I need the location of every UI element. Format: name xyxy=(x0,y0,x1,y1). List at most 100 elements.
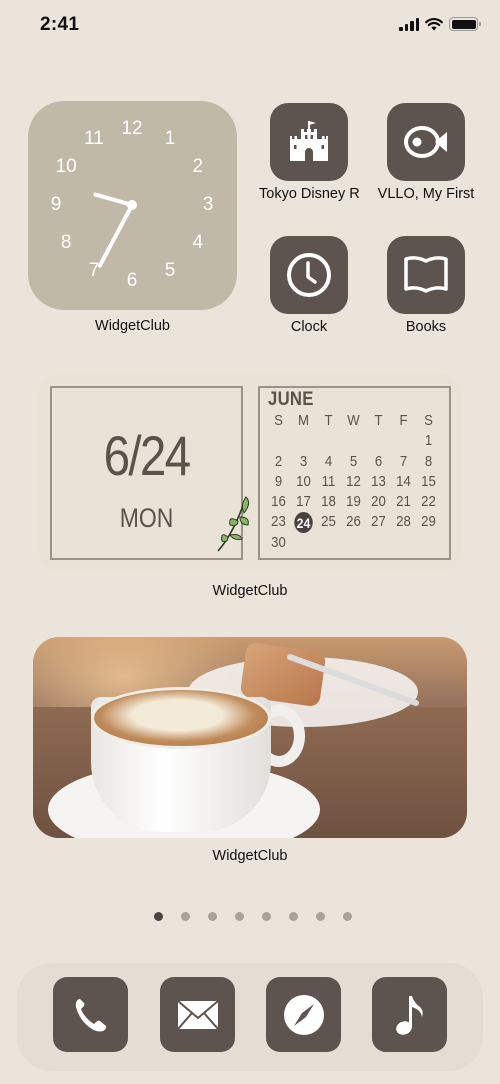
calendar-day-today: 24 xyxy=(293,512,315,534)
calendar-day: 20 xyxy=(371,493,386,511)
clock-number: 2 xyxy=(192,156,204,177)
dock-app-phone[interactable] xyxy=(53,977,128,1052)
calendar-day: 2 xyxy=(274,452,283,470)
calendar-grid: S M T W T F S 1 2 3 4 5 6 7 8 9 10 11 12 13 14 15 16 17 18 19 20 21… xyxy=(266,411,441,553)
clock-icon xyxy=(287,253,331,297)
empty-day xyxy=(318,431,340,451)
calendar-widget-label: WidgetClub xyxy=(212,583,288,599)
app-label-clock: Clock xyxy=(290,319,328,335)
calendar-day: 17 xyxy=(296,493,311,511)
app-clock[interactable]: Clock xyxy=(259,236,359,335)
dock-app-mail[interactable] xyxy=(160,977,235,1052)
weekday-header: T xyxy=(374,412,383,429)
minute-hand xyxy=(97,204,134,268)
clock-number: 12 xyxy=(121,118,143,139)
page-dot[interactable] xyxy=(316,912,325,921)
clock-number: 4 xyxy=(192,232,204,253)
page-dot[interactable] xyxy=(343,912,352,921)
calendar-day: 22 xyxy=(421,493,436,511)
calendar-day: 11 xyxy=(321,472,336,490)
weekday-header: S xyxy=(274,412,283,429)
clock-number: 9 xyxy=(50,194,62,215)
empty-day xyxy=(343,431,365,451)
weekday-header: S xyxy=(424,412,433,429)
weekday-header: T xyxy=(324,412,333,429)
empty-day xyxy=(393,431,415,451)
calendar-day: 19 xyxy=(346,493,361,511)
phone-icon xyxy=(75,998,106,1031)
app-icon-clock xyxy=(270,236,348,314)
clock-number: 1 xyxy=(164,128,176,150)
calendar-day: 14 xyxy=(396,472,411,490)
calendar-day: 10 xyxy=(296,472,311,490)
app-icon-vllo xyxy=(387,103,465,181)
fish-icon xyxy=(404,126,447,158)
page-dot[interactable] xyxy=(235,912,244,921)
empty-day xyxy=(368,431,390,451)
battery-icon xyxy=(449,17,481,31)
photo-widget-label: WidgetClub xyxy=(212,848,288,864)
weekday-header: W xyxy=(347,412,360,429)
date-box: 6/24 MON xyxy=(50,386,243,560)
dock-app-safari[interactable] xyxy=(266,977,341,1052)
app-tokyo-disney[interactable]: Tokyo Disney R xyxy=(259,103,359,202)
photo-latte-foam xyxy=(91,687,271,749)
clock-number: 7 xyxy=(88,259,100,281)
calendar-day: 8 xyxy=(424,452,433,470)
music-note-icon xyxy=(395,995,423,1035)
calendar-day: 21 xyxy=(396,493,411,511)
calendar-day: 29 xyxy=(421,513,436,531)
page-dot[interactable] xyxy=(154,912,163,921)
calendar-day: 4 xyxy=(324,452,333,470)
castle-icon xyxy=(290,121,328,161)
calendar-day: 5 xyxy=(349,452,358,470)
page-dot[interactable] xyxy=(262,912,271,921)
mail-icon xyxy=(176,999,219,1030)
page-dot[interactable] xyxy=(181,912,190,921)
clock-number: 8 xyxy=(60,232,72,253)
page-dot[interactable] xyxy=(289,912,298,921)
calendar-day: 27 xyxy=(371,513,386,531)
book-icon xyxy=(404,256,448,293)
status-icons xyxy=(399,17,481,31)
current-date: 6/24 xyxy=(103,424,192,487)
clock-hub xyxy=(127,200,137,210)
empty-day xyxy=(268,431,290,451)
weekday-header: M xyxy=(298,412,309,429)
calendar-day: 1 xyxy=(424,432,433,450)
calendar-day: 13 xyxy=(371,472,386,490)
app-books[interactable]: Books xyxy=(376,236,476,335)
calendar-day: 25 xyxy=(321,513,336,531)
calendar-day: 15 xyxy=(421,472,436,490)
dock-app-music[interactable] xyxy=(372,977,447,1052)
calendar-day: 3 xyxy=(299,452,308,470)
clock-number: 5 xyxy=(164,259,176,281)
calendar-day: 7 xyxy=(399,452,408,470)
app-vllo[interactable]: VLLO, My First xyxy=(376,103,476,202)
compass-icon xyxy=(283,994,324,1035)
clock-number: 11 xyxy=(84,128,104,150)
dock xyxy=(17,963,483,1071)
calendar-widget[interactable]: 6/24 MON JUNE S M T W T F S 1 2 3 4 5 6 7 8 9 10 11 12 13 14… xyxy=(38,373,462,573)
calendar-day: 12 xyxy=(346,472,361,490)
clock-number: 3 xyxy=(202,194,214,215)
coffee-photo-widget[interactable] xyxy=(33,637,467,838)
app-label-books: Books xyxy=(405,319,447,335)
weekday-header: F xyxy=(399,412,408,429)
app-icon-books xyxy=(387,236,465,314)
current-weekday: MON xyxy=(119,503,174,533)
calendar-day: 30 xyxy=(271,533,286,551)
calendar-day: 9 xyxy=(274,472,283,490)
calendar-day: 23 xyxy=(271,513,286,531)
calendar-day: 26 xyxy=(346,513,361,531)
page-indicator[interactable] xyxy=(154,912,352,921)
month-name: JUNE xyxy=(268,389,314,410)
app-label-vllo: VLLO, My First xyxy=(377,186,475,202)
app-icon-tokyo-disney xyxy=(270,103,348,181)
status-time: 2:41 xyxy=(40,14,80,35)
leaf-sprig-icon xyxy=(217,496,250,552)
empty-day xyxy=(293,431,315,451)
analog-clock-widget[interactable]: 12 1 2 3 4 5 6 7 8 9 10 11 xyxy=(28,101,237,310)
page-dot[interactable] xyxy=(208,912,217,921)
wifi-icon xyxy=(425,18,443,31)
